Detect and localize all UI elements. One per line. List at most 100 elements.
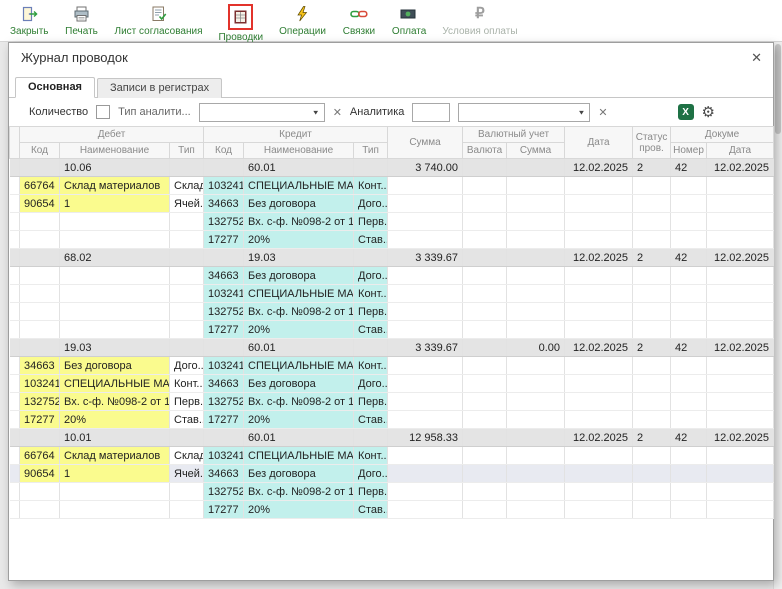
cell-st[interactable] (633, 501, 671, 519)
table-row[interactable]: 66764Склад материаловСклад103241СПЕЦИАЛЬ… (10, 177, 774, 195)
header-status[interactable]: Статус пров. (633, 127, 671, 159)
cell-dc[interactable]: 34663 (20, 357, 60, 375)
table-row[interactable]: 132752Вх. с-ф. №098-2 от 12...Перв... (10, 303, 774, 321)
cell-st[interactable]: 2 (633, 429, 671, 447)
cell-dn[interactable] (60, 303, 170, 321)
cell-dc[interactable]: 66764 (20, 447, 60, 465)
cell-gutter[interactable] (10, 429, 20, 447)
cell-sum[interactable] (388, 177, 463, 195)
cell-st[interactable] (633, 393, 671, 411)
cell-cur[interactable] (463, 357, 507, 375)
cell-sum[interactable] (388, 465, 463, 483)
cell-date[interactable] (565, 411, 633, 429)
cell-num[interactable] (671, 213, 707, 231)
cell-gutter[interactable] (10, 267, 20, 285)
cell-cc[interactable]: 17277 (204, 501, 244, 519)
cell-csum[interactable] (507, 195, 565, 213)
cell-csum[interactable] (507, 285, 565, 303)
cell-csum[interactable] (507, 357, 565, 375)
cell-num[interactable] (671, 321, 707, 339)
header-doc-date[interactable]: Дата (707, 143, 774, 159)
cell-cur[interactable] (463, 429, 507, 447)
cell-dt[interactable] (170, 267, 204, 285)
cell-cur[interactable] (463, 447, 507, 465)
cell-cn[interactable]: 20% (244, 411, 354, 429)
cell-cn[interactable]: Без договора (244, 375, 354, 393)
cell-dn[interactable] (60, 501, 170, 519)
cell-gutter[interactable] (10, 249, 20, 267)
cell-cn[interactable]: СПЕЦИАЛЬНЫЕ МАТ... (244, 285, 354, 303)
cell-sum[interactable] (388, 411, 463, 429)
cell-st[interactable] (633, 303, 671, 321)
cell-gutter[interactable] (10, 357, 20, 375)
cell-ddate[interactable]: 12.02.2025 (707, 159, 774, 177)
cell-ct[interactable]: Конт... (354, 177, 388, 195)
cell-gutter[interactable] (10, 285, 20, 303)
cell-dc[interactable] (20, 285, 60, 303)
cell-st[interactable] (633, 267, 671, 285)
cell-dn[interactable]: Склад материалов (60, 177, 170, 195)
excel-export-button[interactable]: X (678, 104, 694, 120)
cell-dn[interactable]: СПЕЦИАЛЬНЫЕ МАТ... (60, 375, 170, 393)
cell-ddate[interactable] (707, 303, 774, 321)
toolbar-button-postings[interactable]: Проводки (218, 4, 263, 43)
cell-dt[interactable] (170, 501, 204, 519)
cell-cc[interactable] (204, 249, 244, 267)
cell-ct[interactable] (354, 339, 388, 357)
cell-dc[interactable] (20, 231, 60, 249)
cell-dc[interactable] (20, 501, 60, 519)
table-row[interactable]: 1727720%Став... (10, 501, 774, 519)
cell-ct[interactable]: Дого... (354, 195, 388, 213)
cell-csum[interactable] (507, 483, 565, 501)
cell-ct[interactable]: Став... (354, 231, 388, 249)
cell-gutter[interactable] (10, 501, 20, 519)
cell-cc[interactable]: 34663 (204, 267, 244, 285)
cell-num[interactable] (671, 501, 707, 519)
cell-st[interactable] (633, 195, 671, 213)
table-row[interactable]: 1727720%Став... (10, 231, 774, 249)
cell-dc[interactable]: 17277 (20, 411, 60, 429)
cell-csum[interactable] (507, 501, 565, 519)
cell-num[interactable] (671, 465, 707, 483)
cell-dc[interactable] (20, 339, 60, 357)
cell-date[interactable] (565, 285, 633, 303)
cell-sum[interactable]: 12 958.33 (388, 429, 463, 447)
tab-main[interactable]: Основная (15, 77, 95, 98)
cell-cur[interactable] (463, 249, 507, 267)
cell-ddate[interactable] (707, 321, 774, 339)
cell-cc[interactable]: 103241 (204, 285, 244, 303)
cell-st[interactable] (633, 177, 671, 195)
cell-date[interactable] (565, 465, 633, 483)
table-row[interactable]: 103241СПЕЦИАЛЬНЫЕ МАТ...Конт...34663Без … (10, 375, 774, 393)
cell-sum[interactable] (388, 321, 463, 339)
cell-gutter[interactable] (10, 231, 20, 249)
cell-cc[interactable] (204, 339, 244, 357)
cell-cn[interactable]: 20% (244, 231, 354, 249)
cell-ddate[interactable]: 12.02.2025 (707, 249, 774, 267)
cell-cur[interactable] (463, 321, 507, 339)
cell-dt[interactable]: Ячей... (170, 465, 204, 483)
cell-cn[interactable]: СПЕЦИАЛЬНЫЕ МАТ... (244, 447, 354, 465)
cell-dt[interactable] (170, 321, 204, 339)
cell-date[interactable] (565, 213, 633, 231)
cell-gutter[interactable] (10, 213, 20, 231)
header-currency[interactable]: Валюта (463, 143, 507, 159)
header-credit-name[interactable]: Наименование (244, 143, 354, 159)
cell-date[interactable] (565, 375, 633, 393)
cell-dn[interactable]: 19.03 (60, 339, 170, 357)
cell-sum[interactable]: 3 339.67 (388, 339, 463, 357)
cell-sum[interactable]: 3 740.00 (388, 159, 463, 177)
cell-dn[interactable]: 10.01 (60, 429, 170, 447)
cell-st[interactable] (633, 375, 671, 393)
cell-num[interactable] (671, 357, 707, 375)
cell-gutter[interactable] (10, 375, 20, 393)
cell-num[interactable] (671, 267, 707, 285)
cell-ddate[interactable] (707, 375, 774, 393)
header-amount[interactable]: Сумма (388, 127, 463, 159)
table-row[interactable]: 66764Склад материаловСклад103241СПЕЦИАЛЬ… (10, 447, 774, 465)
cell-ddate[interactable] (707, 483, 774, 501)
cell-ct[interactable]: Дого... (354, 375, 388, 393)
cell-st[interactable] (633, 465, 671, 483)
cell-num[interactable] (671, 393, 707, 411)
cell-dt[interactable] (170, 159, 204, 177)
